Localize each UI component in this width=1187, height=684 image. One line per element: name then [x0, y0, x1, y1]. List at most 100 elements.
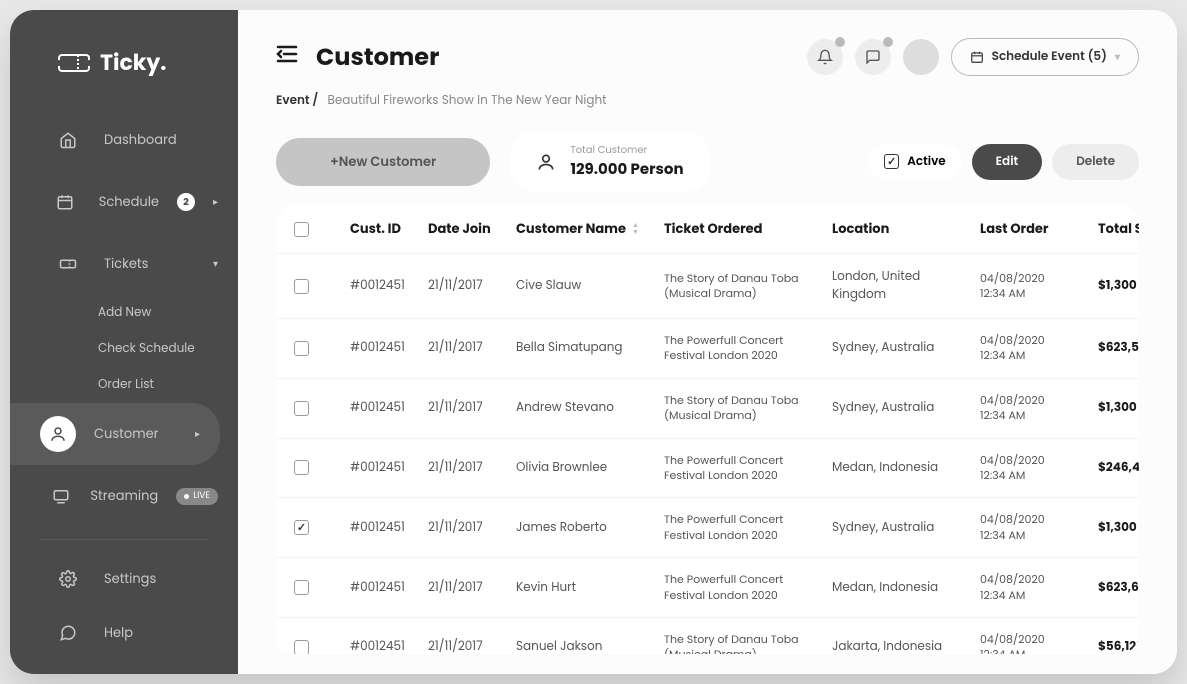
cell-location: Sydney, Australia — [832, 339, 972, 357]
home-icon — [50, 122, 86, 158]
sidebar-item-schedule[interactable]: Schedule 2 ▸ — [10, 171, 238, 233]
main-nav: Dashboard Schedule 2 ▸ Tickets ▾ Add New… — [10, 109, 238, 674]
cell-last-order: 04/08/202012:34 AM — [980, 632, 1090, 654]
sidebar-item-tickets[interactable]: Tickets ▾ — [10, 233, 238, 295]
customer-table: Cust. ID Date Join Customer Name▲▼ Ticke… — [276, 205, 1139, 654]
user-icon — [40, 416, 76, 452]
sidebar-item-streaming[interactable]: Streaming LIVE — [10, 465, 238, 527]
cell-location: Medan, Indonesia — [832, 459, 972, 477]
checkbox-icon — [884, 154, 899, 169]
cell-id: #0012451 — [350, 638, 420, 654]
cell-location: Medan, Indonesia — [832, 579, 972, 597]
cell-join: 21/11/2017 — [428, 277, 508, 295]
sidebar-item-customer[interactable]: Customer ▸ — [10, 403, 220, 465]
sidebar-item-settings[interactable]: Settings — [10, 552, 238, 606]
stream-icon — [50, 478, 72, 514]
sidebar-subitem-add-new[interactable]: Add New — [98, 295, 238, 331]
cell-last-order: 04/08/202012:34 AM — [980, 333, 1090, 364]
bottom-nav: Settings Help Logout — [10, 552, 238, 674]
breadcrumb-current[interactable]: Beautiful Fireworks Show In The New Year… — [327, 92, 606, 109]
col-header-id[interactable]: Cust. ID — [350, 219, 420, 239]
header-actions: Schedule Event (5) ▾ — [807, 38, 1139, 76]
sidebar: Ticky. Dashboard Schedule 2 ▸ Tickets ▾ … — [10, 10, 238, 674]
col-header-name[interactable]: Customer Name▲▼ — [516, 219, 656, 239]
cell-ticket: The Powerfull Concert Festival London 20… — [664, 572, 824, 603]
live-badge: LIVE — [176, 488, 218, 505]
user-avatar[interactable] — [903, 39, 939, 75]
cell-ticket: The Powerfull Concert Festival London 20… — [664, 333, 824, 364]
cell-location: Sydney, Australia — [832, 519, 972, 537]
cell-join: 21/11/2017 — [428, 579, 508, 597]
cell-id: #0012451 — [350, 339, 420, 357]
cell-last-order: 04/08/202012:34 AM — [980, 512, 1090, 543]
bell-icon — [817, 49, 833, 65]
cell-total-spent: $1,300 — [1098, 519, 1139, 537]
cell-total-spent: $246,45 — [1098, 459, 1139, 477]
edit-button[interactable]: Edit — [972, 144, 1043, 180]
col-header-join[interactable]: Date Join — [428, 219, 508, 239]
cell-location: London, United Kingdom — [832, 268, 972, 304]
row-checkbox[interactable] — [294, 640, 309, 654]
sidebar-item-dashboard[interactable]: Dashboard — [10, 109, 238, 171]
chevron-right-icon: ▸ — [195, 426, 200, 442]
cell-id: #0012451 — [350, 399, 420, 417]
header: Customer Schedule Event (5) ▾ — [238, 10, 1177, 92]
ticket-logo-icon — [58, 51, 90, 75]
schedule-event-label: Schedule Event (5) — [992, 48, 1107, 66]
select-all-checkbox[interactable] — [294, 222, 309, 237]
col-header-location[interactable]: Location — [832, 219, 972, 239]
sidebar-subitem-check-schedule[interactable]: Check Schedule — [98, 331, 238, 367]
row-checkbox[interactable] — [294, 460, 309, 475]
nav-label: Customer — [94, 424, 159, 444]
col-header-spent[interactable]: Total Spent — [1098, 219, 1139, 239]
cell-join: 21/11/2017 — [428, 459, 508, 477]
cell-ticket: The Powerfull Concert Festival London 20… — [664, 453, 824, 484]
menu-toggle-icon[interactable] — [276, 45, 298, 70]
cell-total-spent: $623,55 — [1098, 339, 1139, 357]
nav-label: Help — [104, 623, 133, 643]
brand-logo[interactable]: Ticky. — [10, 10, 238, 109]
notifications-button[interactable] — [807, 39, 843, 75]
cell-join: 21/11/2017 — [428, 339, 508, 357]
row-checkbox[interactable] — [294, 520, 309, 535]
col-header-last[interactable]: Last Order — [980, 219, 1090, 239]
col-header-ticket[interactable]: Ticket Ordered — [664, 219, 824, 239]
user-icon — [536, 152, 556, 172]
cell-name: Sanuel Jakson — [516, 638, 656, 654]
toolbar-actions: Active Edit Delete — [868, 144, 1139, 180]
cell-name: Kevin Hurt — [516, 579, 656, 597]
main-content: Customer Schedule Event (5) ▾ E — [238, 10, 1177, 674]
count-badge: 2 — [177, 193, 195, 211]
table-row: #001245121/11/2017Olivia BrownleeThe Pow… — [276, 438, 1139, 498]
cell-total-spent: $623,66 — [1098, 579, 1139, 597]
sidebar-item-logout[interactable]: Logout — [10, 660, 238, 674]
sidebar-item-help[interactable]: Help — [10, 606, 238, 660]
cell-ticket: The Story of Danau Toba (Musical Drama) — [664, 632, 824, 654]
brand-name: Ticky. — [100, 46, 167, 79]
notification-dot — [835, 37, 845, 47]
cell-ticket: The Story of Danau Toba (Musical Drama) — [664, 271, 824, 302]
new-customer-button[interactable]: +New Customer — [276, 138, 490, 186]
row-checkbox[interactable] — [294, 279, 309, 294]
cell-id: #0012451 — [350, 579, 420, 597]
chevron-right-icon: ▸ — [213, 194, 218, 210]
delete-button[interactable]: Delete — [1052, 144, 1139, 180]
cell-last-order: 04/08/202012:34 AM — [980, 572, 1090, 603]
chat-icon — [50, 615, 86, 651]
schedule-event-button[interactable]: Schedule Event (5) ▾ — [951, 38, 1139, 76]
tickets-submenu: Add New Check Schedule Order List — [10, 295, 238, 403]
nav-label: Schedule — [99, 192, 159, 212]
cell-location: Sydney, Australia — [832, 399, 972, 417]
table-row: #001245121/11/2017Cive SlauwThe Story of… — [276, 253, 1139, 318]
active-toggle[interactable]: Active — [868, 145, 961, 179]
chevron-down-icon: ▾ — [213, 256, 218, 272]
row-checkbox[interactable] — [294, 580, 309, 595]
sort-icon: ▲▼ — [632, 222, 639, 236]
total-customer-value: 129.000 Person — [570, 158, 683, 181]
messages-button[interactable] — [855, 39, 891, 75]
table-row: #001245121/11/2017Sanuel JaksonThe Story… — [276, 617, 1139, 654]
row-checkbox[interactable] — [294, 401, 309, 416]
sidebar-subitem-order-list[interactable]: Order List — [98, 367, 238, 403]
cell-name: Bella Simatupang — [516, 339, 656, 357]
row-checkbox[interactable] — [294, 341, 309, 356]
